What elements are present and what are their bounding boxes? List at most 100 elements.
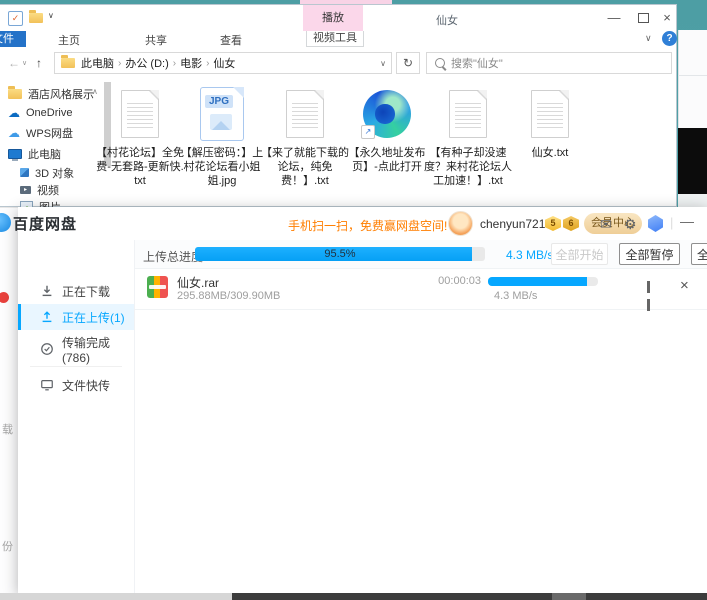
up-icon[interactable]: ↑ bbox=[36, 56, 42, 70]
search-input[interactable]: 搜索"仙女" bbox=[426, 52, 672, 74]
breadcrumb-drive-d[interactable]: 办公 (D:) bbox=[125, 55, 168, 71]
total-speed: 4.3 MB/s bbox=[506, 248, 553, 262]
file-item[interactable]: 【村花论坛】全免费-无套路-更新快.txt bbox=[95, 85, 185, 188]
upload-progress-bar bbox=[488, 277, 598, 286]
breadcrumb-fairy[interactable]: 仙女 bbox=[213, 55, 235, 71]
txt-file-icon bbox=[286, 90, 324, 138]
baidu-netdisk-window: 手机扫一扫，免费赢网盘空间! chenyun721 5 6 会员中心 ✉ ⚙ |… bbox=[18, 207, 707, 593]
cancel-upload-icon[interactable]: × bbox=[680, 277, 689, 294]
divider bbox=[678, 75, 707, 76]
upload-filename: 仙女.rar bbox=[177, 274, 219, 291]
taskbar-button[interactable] bbox=[552, 593, 586, 600]
edge-browser-icon: ↗ bbox=[363, 90, 411, 138]
vip-gem-icon[interactable] bbox=[648, 215, 663, 232]
level-badge: 5 bbox=[545, 216, 561, 231]
chevron-icon: › bbox=[206, 58, 209, 69]
background-text: 份 bbox=[2, 538, 13, 554]
tab-home[interactable]: 主页 bbox=[58, 32, 80, 48]
txt-file-icon bbox=[121, 90, 159, 138]
sidebar-item-completed[interactable]: 传输完成(786) bbox=[18, 336, 134, 362]
netdisk-header: 手机扫一扫，免费赢网盘空间! chenyun721 5 6 会员中心 ✉ ⚙ |… bbox=[18, 207, 707, 241]
upload-progress-fill bbox=[488, 277, 587, 286]
baidu-netdisk-logo-text: 百度网盘 bbox=[13, 213, 77, 234]
address-bar[interactable]: 此电脑 › 办公 (D:) › 电影 › 仙女 ∨ bbox=[54, 52, 392, 74]
txt-file-icon bbox=[449, 90, 487, 138]
file-item[interactable]: JPG 【解压密码：】上村花论坛看小姐姐.jpg bbox=[177, 85, 267, 188]
sidebar-item-uploading[interactable]: 正在上传(1) bbox=[18, 304, 134, 330]
shortcut-arrow-icon: ↗ bbox=[361, 125, 375, 139]
taskbar-segment bbox=[0, 593, 232, 600]
help-icon[interactable]: ? bbox=[662, 31, 677, 46]
quick-access-new-folder-icon[interactable] bbox=[29, 13, 43, 23]
divider bbox=[30, 366, 122, 367]
promo-link[interactable]: 手机扫一扫，免费赢网盘空间! bbox=[288, 217, 447, 234]
photo-glyph bbox=[210, 114, 232, 130]
explorer-content: 酒店风格展示 ∧ ☁ OneDrive ☁ WPS网盘 此电脑 3D 对象 bbox=[0, 80, 676, 206]
onedrive-cloud-icon: ☁ bbox=[8, 108, 20, 118]
file-item[interactable]: 仙女.txt bbox=[505, 85, 595, 160]
folder-icon bbox=[61, 58, 75, 68]
tab-share[interactable]: 共享 bbox=[145, 32, 167, 48]
username[interactable]: chenyun721 bbox=[480, 217, 545, 231]
check-circle-icon bbox=[40, 342, 54, 356]
search-icon bbox=[435, 58, 445, 68]
gear-icon[interactable]: ⚙ bbox=[624, 216, 637, 233]
jpg-file-icon: JPG bbox=[200, 87, 244, 141]
background-video-strip bbox=[678, 128, 707, 194]
back-icon[interactable]: ← bbox=[8, 56, 20, 70]
minimize-button[interactable]: — bbox=[680, 213, 694, 229]
ribbon-tab-row: 文件 主页 共享 查看 视频工具 ∨ ? bbox=[0, 31, 676, 48]
total-progress-percent: 95.5% bbox=[195, 248, 485, 260]
contextual-tab-play[interactable]: 播放 bbox=[303, 5, 363, 31]
quick-access-properties-icon[interactable]: ✓ bbox=[8, 11, 23, 26]
folder-icon bbox=[8, 89, 22, 99]
download-icon bbox=[40, 284, 54, 298]
minimize-button[interactable]: — bbox=[607, 11, 621, 25]
level-badge: 6 bbox=[563, 216, 579, 231]
tab-video-tools[interactable]: 视频工具 bbox=[306, 31, 364, 47]
background-text: 载 bbox=[2, 421, 13, 437]
upload-icon bbox=[40, 310, 54, 324]
file-item[interactable]: 【有种子却没速度？来村花论坛人工加速！】.txt bbox=[423, 85, 513, 188]
history-dropdown-icon[interactable]: ∨ bbox=[22, 59, 27, 67]
close-button[interactable]: × bbox=[660, 11, 674, 25]
sidebar-item-downloading[interactable]: 正在下载 bbox=[18, 278, 134, 304]
mail-icon[interactable]: ✉ bbox=[600, 216, 612, 233]
explorer-titlebar: ✓ ∨ 播放 仙女 — × bbox=[0, 5, 676, 31]
file-item[interactable]: ↗ 【永久地址发布页】-点此打开 bbox=[342, 85, 432, 174]
netdisk-main: 上传总进度 95.5% 4.3 MB/s 全部开始 全部暂停 全部取消 仙女.r… bbox=[135, 240, 707, 593]
upload-task-row[interactable]: 仙女.rar 295.88MB/309.90MB 00:00:03 4.3 MB… bbox=[135, 269, 707, 310]
refresh-button[interactable]: ↻ bbox=[396, 52, 420, 74]
upload-speed: 4.3 MB/s bbox=[494, 290, 537, 302]
computer-icon bbox=[8, 149, 22, 159]
maximize-button[interactable] bbox=[636, 11, 650, 25]
rar-file-icon bbox=[147, 276, 168, 298]
netdisk-sidebar: 正在下载 正在上传(1) 传输完成(786) bbox=[18, 240, 135, 593]
jpg-badge: JPG bbox=[205, 95, 233, 108]
ribbon-collapse-icon[interactable]: ∨ bbox=[645, 33, 652, 44]
search-placeholder: 搜索"仙女" bbox=[451, 55, 503, 71]
start-all-button[interactable]: 全部开始 bbox=[551, 243, 608, 265]
screen: ✓ ∨ 播放 仙女 — × 文件 主页 共享 查看 视频工具 ∨ ? ← ∨ ↑… bbox=[0, 0, 707, 600]
txt-file-icon bbox=[531, 90, 569, 138]
tab-view[interactable]: 查看 bbox=[220, 32, 242, 48]
pause-icon[interactable] bbox=[647, 280, 657, 292]
wps-cloud-icon: ☁ bbox=[8, 128, 20, 138]
breadcrumb-movies[interactable]: 电影 bbox=[180, 55, 202, 71]
breadcrumb-this-pc[interactable]: 此电脑 bbox=[81, 55, 114, 71]
sidebar-item-quick-transfer[interactable]: 文件快传 bbox=[18, 372, 134, 398]
cancel-all-button[interactable]: 全部取消 bbox=[691, 243, 707, 265]
background-window-strip bbox=[678, 30, 707, 128]
file-item[interactable]: 【来了就能下载的论坛，纯免费！】.txt bbox=[260, 85, 350, 188]
upload-time-remaining: 00:00:03 bbox=[433, 275, 481, 287]
quick-access-dropdown-icon[interactable]: ∨ bbox=[48, 11, 54, 20]
avatar[interactable] bbox=[448, 211, 473, 236]
total-progress-label: 上传总进度 bbox=[143, 248, 203, 265]
pause-all-button[interactable]: 全部暂停 bbox=[619, 243, 680, 265]
video-icon: ▸ bbox=[20, 186, 31, 194]
monitor-icon bbox=[40, 378, 54, 392]
address-dropdown-icon[interactable]: ∨ bbox=[380, 59, 386, 68]
tab-file[interactable]: 文件 bbox=[0, 31, 26, 47]
window-title: 仙女 bbox=[436, 12, 458, 28]
chevron-icon: › bbox=[173, 58, 176, 69]
